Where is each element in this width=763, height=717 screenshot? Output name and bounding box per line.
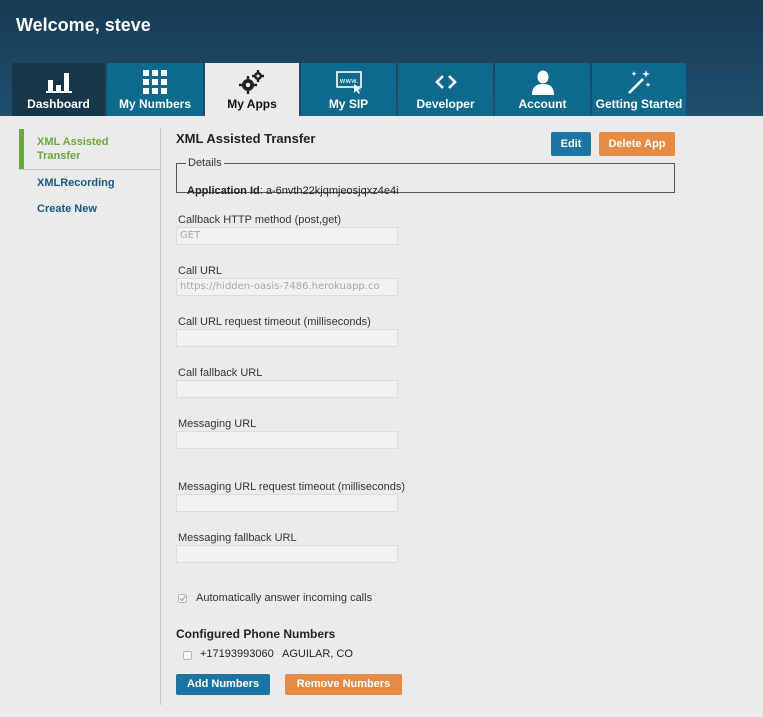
tab-getting-started[interactable]: Getting Started	[592, 63, 686, 116]
tab-label: My Apps	[227, 97, 277, 111]
tab-dashboard[interactable]: Dashboard	[12, 63, 105, 116]
sidebar-item-label: XML Assisted	[37, 136, 109, 148]
configured-numbers-heading: Configured Phone Numbers	[176, 627, 336, 641]
gears-icon	[239, 70, 264, 94]
phone-number-checkbox[interactable]	[183, 651, 192, 660]
details-panel: Details Application Id: a-6nvth22kjqmjeo…	[176, 157, 675, 197]
call-url-timeout-label: Call URL request timeout (milliseconds)	[178, 316, 371, 328]
auto-answer-checkbox[interactable]	[178, 594, 187, 603]
tab-label: Developer	[416, 97, 475, 111]
sidebar-divider	[19, 169, 160, 170]
callback-method-label: Callback HTTP method (post,get)	[178, 214, 342, 226]
tab-label: Getting Started	[595, 97, 683, 111]
callback-method-input[interactable]: GET	[176, 227, 398, 245]
tab-my-sip[interactable]: www. My SIP	[301, 63, 396, 116]
tab-my-numbers[interactable]: My Numbers	[107, 63, 203, 116]
keypad-icon	[143, 70, 167, 94]
tab-account[interactable]: Account	[495, 63, 590, 116]
phone-number: +17193993060	[200, 648, 274, 660]
svg-text:www.: www.	[339, 77, 358, 85]
sidebar-item-xmlrecording[interactable]: XMLRecording	[19, 176, 159, 190]
bar-chart-icon	[45, 73, 72, 93]
call-url-label: Call URL	[178, 265, 223, 277]
messaging-timeout-input[interactable]	[176, 494, 398, 512]
application-id: Application Id: a-6nvth22kjqmjeosjqxz4e4…	[187, 185, 399, 197]
tab-label: My Numbers	[118, 97, 192, 111]
page-title: XML Assisted Transfer	[176, 131, 316, 146]
magic-wand-icon	[628, 70, 651, 94]
edit-button[interactable]: Edit	[551, 132, 591, 156]
call-url-timeout-input[interactable]	[176, 329, 398, 347]
tab-label: My SIP	[328, 97, 369, 111]
sidebar-item-create-new[interactable]: Create New	[19, 202, 159, 216]
sidebar-item-xml-assisted-transfer[interactable]: XML Assisted Transfer	[19, 129, 159, 169]
messaging-timeout-label: Messaging URL request timeout (milliseco…	[178, 481, 406, 493]
phone-location: AGUILAR, CO	[282, 648, 353, 660]
details-legend: Details	[188, 157, 222, 169]
code-icon	[434, 75, 457, 89]
sidebar-item-label: Transfer	[37, 150, 81, 162]
messaging-fallback-url-input[interactable]	[176, 545, 398, 563]
auto-answer-label: Automatically answer incoming calls	[196, 592, 373, 604]
add-numbers-button[interactable]: Add Numbers	[176, 674, 270, 695]
www-icon: www.	[335, 71, 362, 94]
application-id-value: : a-6nvth22kjqmjeosjqxz4e4i	[259, 185, 399, 197]
messaging-fallback-url-label: Messaging fallback URL	[178, 532, 297, 544]
messaging-url-label: Messaging URL	[178, 418, 257, 430]
tab-developer[interactable]: Developer	[398, 63, 493, 116]
call-fallback-url-input[interactable]	[176, 380, 398, 398]
application-id-label: Application Id	[187, 185, 260, 197]
checkmark-icon	[179, 595, 187, 602]
tab-label: Dashboard	[27, 97, 90, 111]
call-fallback-url-label: Call fallback URL	[178, 367, 263, 379]
user-icon	[531, 70, 554, 95]
tab-label: Account	[518, 97, 567, 111]
delete-app-button[interactable]: Delete App	[599, 132, 675, 156]
tab-my-apps[interactable]: My Apps	[205, 63, 299, 116]
messaging-url-input[interactable]	[176, 431, 398, 449]
call-url-input[interactable]: https://hidden-oasis-7486.herokuapp.co	[176, 278, 398, 296]
welcome-text: Welcome, steve	[16, 15, 151, 35]
remove-numbers-button[interactable]: Remove Numbers	[285, 674, 402, 695]
